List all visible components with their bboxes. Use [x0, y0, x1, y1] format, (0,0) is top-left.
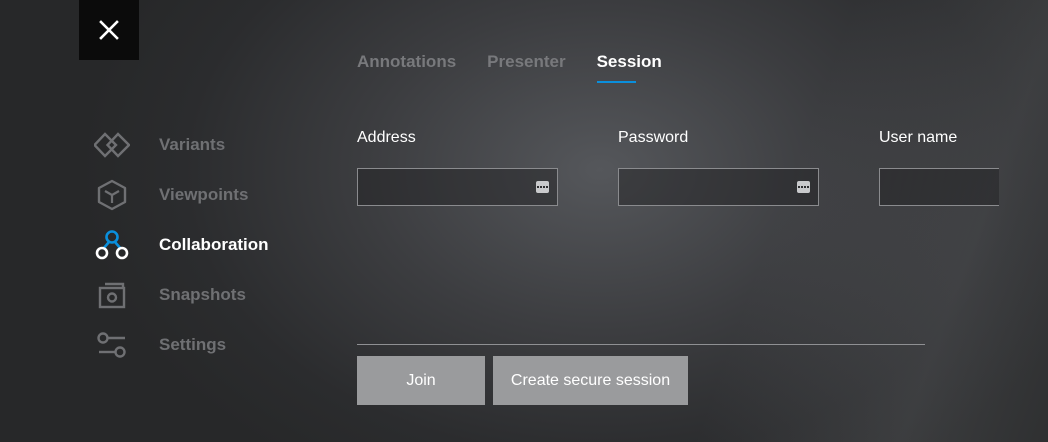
tab-session[interactable]: Session [596, 52, 662, 83]
create-secure-session-button[interactable]: Create secure session [493, 356, 688, 405]
password-field-wrapper [618, 168, 819, 206]
tab-bar: Annotations Presenter Session [357, 52, 662, 83]
settings-icon [94, 327, 130, 363]
divider [357, 344, 925, 345]
tab-presenter[interactable]: Presenter [487, 52, 565, 82]
variants-icon [94, 127, 130, 163]
viewpoints-icon [94, 177, 130, 213]
join-button[interactable]: Join [357, 356, 485, 405]
password-field[interactable] [619, 169, 818, 205]
username-label: User name [879, 129, 958, 146]
sidebar-item-label: Viewpoints [159, 185, 249, 204]
sidebar: Variants Viewpoints Collaboration Snapsh… [94, 120, 269, 370]
address-field-wrapper [357, 168, 558, 206]
sidebar-item-label: Collaboration [159, 235, 269, 254]
close-button[interactable] [79, 0, 139, 60]
username-field-wrapper [879, 168, 999, 206]
sidebar-item-variants[interactable]: Variants [94, 120, 269, 170]
address-label: Address [357, 129, 416, 146]
password-dots-icon[interactable] [536, 181, 549, 193]
password-label: Password [618, 129, 689, 146]
tab-annotations[interactable]: Annotations [357, 52, 456, 82]
snapshots-icon [94, 277, 130, 313]
address-field[interactable] [358, 169, 557, 205]
sidebar-item-label: Settings [159, 335, 227, 354]
sidebar-item-settings[interactable]: Settings [94, 320, 269, 370]
sidebar-item-viewpoints[interactable]: Viewpoints [94, 170, 269, 220]
password-dots-icon[interactable] [797, 181, 810, 193]
sidebar-item-snapshots[interactable]: Snapshots [94, 270, 269, 320]
sidebar-item-label: Snapshots [159, 285, 246, 304]
close-icon [99, 20, 119, 40]
username-field[interactable] [880, 169, 999, 205]
sidebar-item-collaboration[interactable]: Collaboration [94, 220, 269, 270]
collaboration-icon [94, 227, 130, 263]
sidebar-item-label: Variants [159, 135, 226, 154]
